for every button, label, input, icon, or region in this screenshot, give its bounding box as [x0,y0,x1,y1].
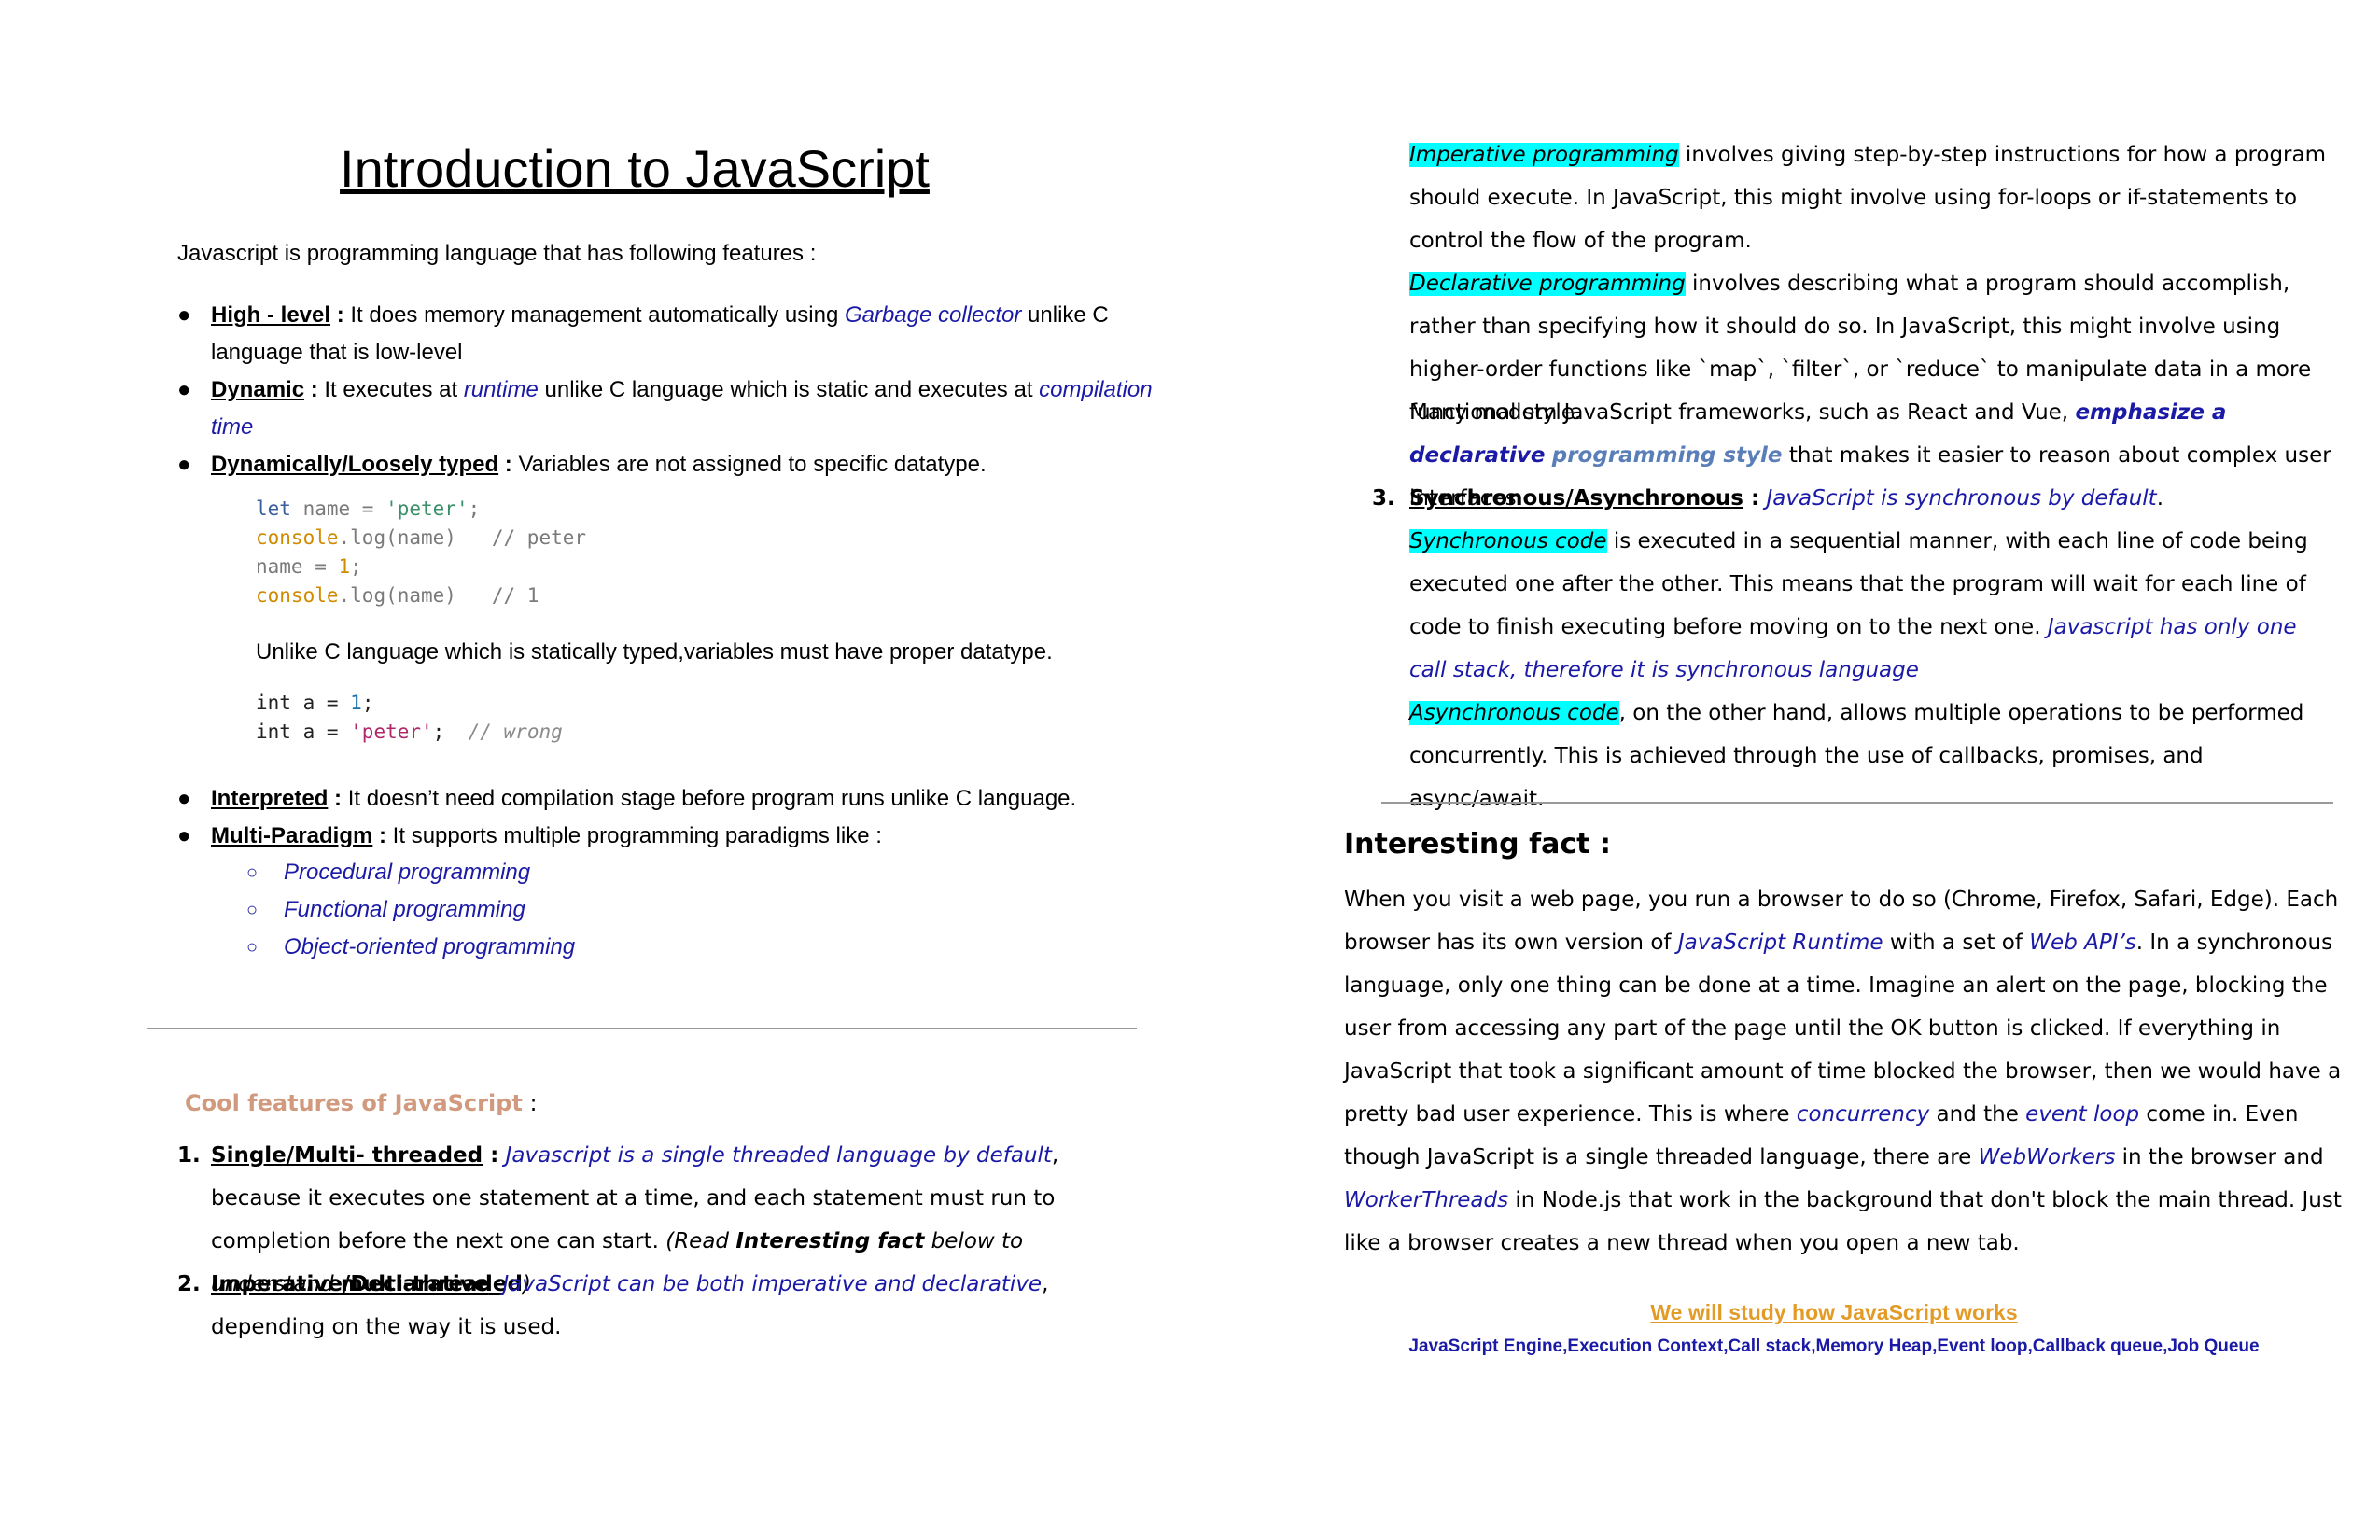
feature-text: It executes at [317,377,464,402]
highlight-term: Declarative programming [1409,272,1686,296]
item-emphasis: Javascript is a single threaded language… [505,1143,1052,1168]
code-token: 'peter' [350,721,433,743]
feature-sep: : [330,302,344,328]
code-token: name = [256,555,339,578]
item-number: 3. [1372,486,1395,511]
interesting-fact-paragraph: When you visit a web page, you run a bro… [1344,878,2343,1265]
code-token: .log(name) // peter [338,526,587,549]
feature-name: High - level [211,302,331,328]
paradigm-label: Object-oriented programming [284,934,576,959]
feature-text: unlike C language which is static and ex… [538,377,1040,402]
paragraph-text: Many modern JavaScript frameworks, such … [1409,400,2076,425]
paradigm-label: Functional programming [284,897,525,922]
item-emphasis: JavaScript is synchronous by default [1766,486,2157,511]
imperative-paragraph: Imperative programming involves giving s… [1409,133,2333,262]
code-token: ; [432,721,469,743]
feature-sep: : [498,452,512,477]
fact-emphasis: JavaScript Runtime [1677,931,1883,955]
study-link[interactable]: We will study how JavaScript works [1335,1300,2333,1325]
feature-sep: : [304,377,318,402]
fact-emphasis: concurrency [1796,1102,1930,1127]
sync-paragraph: Synchronous code is executed in a sequen… [1409,520,2333,692]
code-token: 'peter' [385,497,469,520]
code-token: name = [290,497,386,520]
item-text: . [2156,486,2164,511]
sync-heading: Synchronous/Asynchronous : JavaScript is… [1409,477,2333,520]
page-title: Introduction to JavaScript [340,139,930,198]
item-name: Imperative/Declarative [211,1272,489,1296]
feature-emphasis: runtime [463,377,539,402]
highlight-term: Imperative programming [1409,143,1679,167]
code-token: int a = [256,721,351,743]
code-block-c: int a = 1; int a = 'peter'; // wrong [256,689,563,747]
cool-title: Cool features of JavaScript [185,1090,523,1116]
item-sep: : [1743,486,1760,511]
fact-emphasis: WorkerThreads [1344,1188,1509,1212]
code-token: 1 [338,555,351,578]
highlight-term: Asynchronous code [1409,701,1619,725]
feature-sep: : [372,823,387,848]
feature-text: Variables are not assigned to specific d… [511,452,987,477]
item-emphasis: JavaScript can be both imperative and de… [502,1272,1043,1296]
code-token: 1 [350,692,362,714]
fact-text: with a set of [1883,931,2030,955]
intro-text: Javascript is programming language that … [177,241,817,266]
fact-text: and the [1929,1102,2026,1127]
item-sep: : [488,1272,503,1296]
cool-features-heading: Cool features of JavaScript : [185,1090,538,1116]
code-block-js: let name = 'peter'; console.log(name) //… [256,495,586,610]
code-token: int a = [256,692,351,714]
code-token: ; [350,555,362,578]
feature-name: Multi-Paradigm [211,823,373,848]
item-name: Synchronous/Asynchronous [1409,486,1743,511]
fact-emphasis: WebWorkers [1978,1145,2116,1169]
item-name: Single/Multi- threaded [211,1143,483,1168]
code-token: console [256,526,339,549]
paradigm-label: Procedural programming [284,860,531,885]
read-note: (Read [665,1229,736,1253]
topics-list: JavaScript Engine,Execution Context,Call… [1408,1337,2260,1356]
feature-sep: : [328,786,343,811]
fact-text: . In a synchronous language, only one th… [1344,931,2342,1127]
fact-emphasis: Web API’s [2029,931,2136,955]
fact-text: in the browser and [2115,1145,2324,1169]
item-number: 1. [177,1143,201,1168]
feature-text: It supports multiple programming paradig… [386,823,882,848]
emphasis-bold: programming style [1551,443,1783,468]
feature-name: Dynamically/Loosely typed [211,452,499,477]
interesting-fact-heading: Interesting fact : [1344,828,1611,861]
fact-emphasis: event loop [2025,1102,2140,1127]
feature-text: It does memory management automatically … [343,302,845,328]
code-token: ; [361,692,374,714]
divider [147,1028,1137,1029]
feature-text: It doesn’t need compilation stage before… [342,786,1077,811]
item-sep: : [483,1143,499,1168]
code-token: // wrong [468,721,563,743]
item-number: 2. [177,1272,201,1296]
divider [1381,802,2333,804]
static-typing-note: Unlike C language which is statically ty… [256,639,1053,665]
code-token: ; [468,497,481,520]
code-token: .log(name) // 1 [338,584,539,607]
feature-emphasis: Garbage collector [844,302,1022,328]
cool-colon: : [522,1090,538,1116]
code-token: let [256,497,291,520]
feature-name: Dynamic [211,377,305,402]
code-token: console [256,584,339,607]
highlight-term: Synchronous code [1409,529,1607,553]
feature-name: Interpreted [211,786,329,811]
read-note-bold: Interesting fact [735,1229,925,1253]
